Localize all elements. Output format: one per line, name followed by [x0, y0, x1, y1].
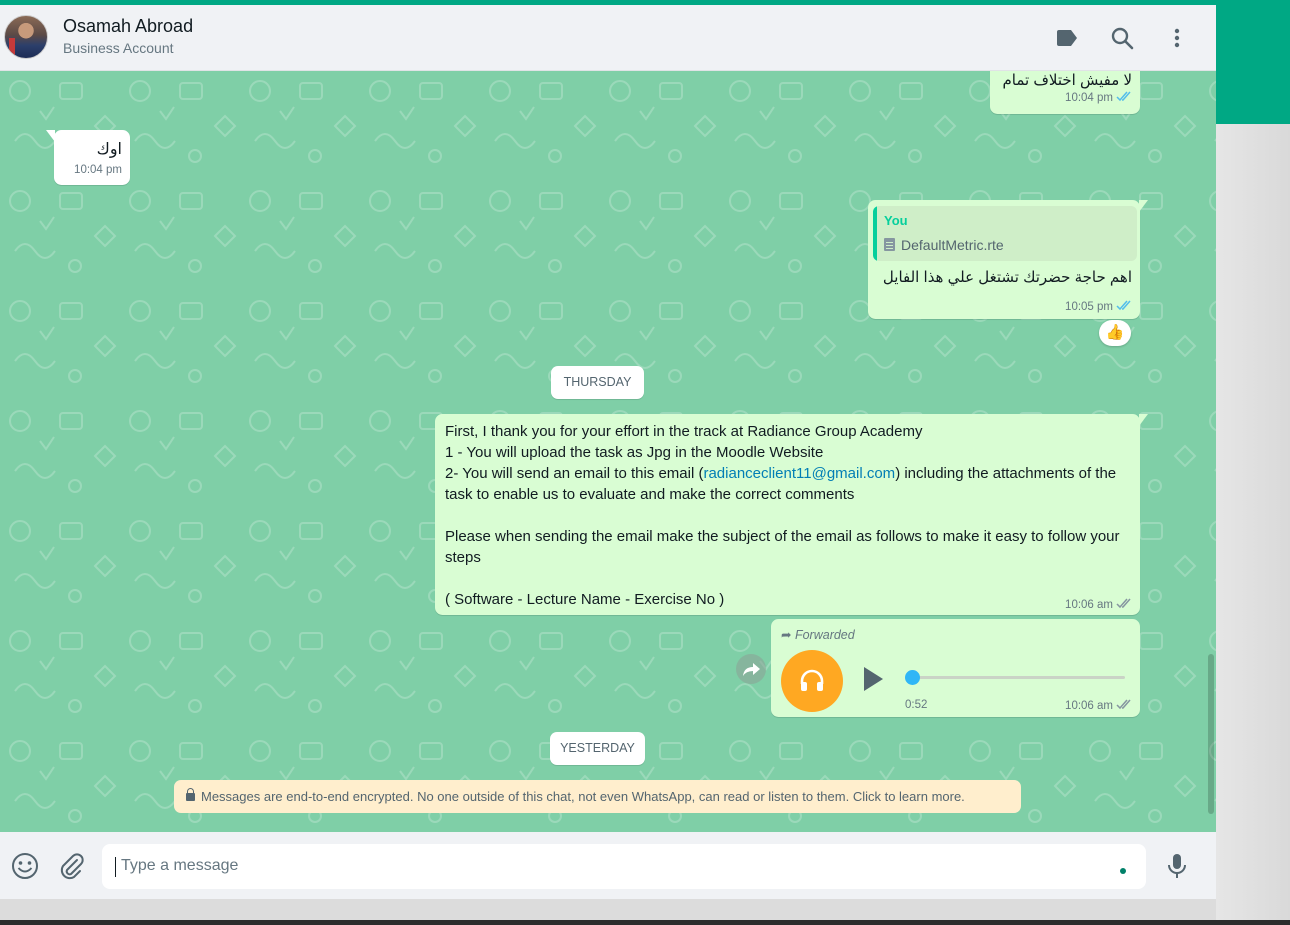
chat-window: Osamah Abroad Business Account لا مفيش ا…	[0, 5, 1216, 899]
headphones-icon	[781, 650, 843, 712]
message-text: اوك	[96, 141, 122, 158]
menu-icon[interactable]	[1163, 24, 1191, 52]
message-time: 10:06 am	[1065, 598, 1132, 611]
message-text: اهم حاجة حضرتك تشتغل علي هذا الفايل	[882, 269, 1132, 286]
email-link[interactable]: radianceclient11@gmail.com	[703, 465, 895, 482]
message-bubble-outgoing[interactable]: First, I thank you for your effort in th…	[435, 414, 1148, 615]
forward-icon[interactable]	[736, 654, 766, 684]
attach-icon[interactable]	[56, 851, 86, 881]
message-input-placeholder: Type a message	[121, 857, 239, 874]
mic-icon[interactable]	[1162, 851, 1192, 881]
chat-scrollbar[interactable]	[1208, 654, 1214, 814]
contact-name[interactable]: Osamah Abroad	[63, 16, 193, 37]
read-ticks-icon	[1116, 300, 1131, 311]
read-ticks-icon	[1116, 91, 1131, 102]
status-dot-icon	[1120, 868, 1126, 874]
reaction-badge[interactable]: 👍	[1099, 320, 1131, 346]
lock-icon	[186, 788, 195, 801]
message-input[interactable]: Type a message	[102, 844, 1146, 889]
play-icon[interactable]	[862, 666, 884, 692]
search-icon[interactable]	[1108, 24, 1136, 52]
message-time: 10:05 pm	[1065, 300, 1132, 313]
taskbar-edge	[0, 920, 1290, 925]
quote-sender: You	[884, 213, 908, 228]
audio-duration: 0:52	[905, 699, 928, 711]
message-bubble-outgoing[interactable]: You DefaultMetric.rte اهم حاجة حضرتك تشت…	[868, 200, 1148, 319]
window-side-area	[1216, 124, 1290, 920]
message-text: First, I thank you for your effort in th…	[445, 423, 1120, 608]
message-time: 10:04 pm	[74, 164, 122, 176]
message-time: 10:04 pm	[1065, 91, 1132, 104]
forwarded-label: ➦ Forwarded	[781, 628, 855, 642]
voice-message-bubble[interactable]: ➦ Forwarded 0:52 10:06 am	[771, 619, 1140, 717]
message-bubble-outgoing[interactable]: لا مفيش اختلاف تمام 10:04 pm	[990, 71, 1140, 114]
contact-avatar[interactable]	[4, 15, 48, 59]
quoted-file: DefaultMetric.rte	[884, 237, 1004, 253]
chat-header[interactable]: Osamah Abroad Business Account	[0, 5, 1216, 71]
quoted-file-name: DefaultMetric.rte	[901, 237, 1004, 253]
delivered-ticks-icon	[1116, 598, 1131, 609]
label-icon[interactable]	[1053, 24, 1081, 52]
composer-bar: Type a message	[0, 832, 1216, 899]
message-text: لا مفيش اختلاف تمام	[1002, 72, 1133, 89]
message-list[interactable]: لا مفيش اختلاف تمام 10:04 pm اوك 10:04 p…	[0, 71, 1216, 832]
day-separator: YESTERDAY	[550, 732, 645, 765]
audio-progress-track[interactable]	[911, 676, 1125, 679]
text-caret	[115, 857, 116, 877]
quoted-message[interactable]: You DefaultMetric.rte	[873, 206, 1137, 261]
encryption-notice[interactable]: Messages are end-to-end encrypted. No on…	[174, 780, 1021, 813]
emoji-icon[interactable]	[10, 851, 40, 881]
message-bubble-incoming[interactable]: اوك 10:04 pm	[46, 130, 130, 185]
delivered-ticks-icon	[1116, 699, 1131, 710]
audio-seek-knob[interactable]	[905, 670, 920, 685]
day-separator: THURSDAY	[551, 366, 644, 399]
message-time: 10:06 am	[1065, 699, 1132, 712]
contact-subtitle: Business Account	[63, 40, 174, 56]
document-icon	[884, 238, 895, 251]
